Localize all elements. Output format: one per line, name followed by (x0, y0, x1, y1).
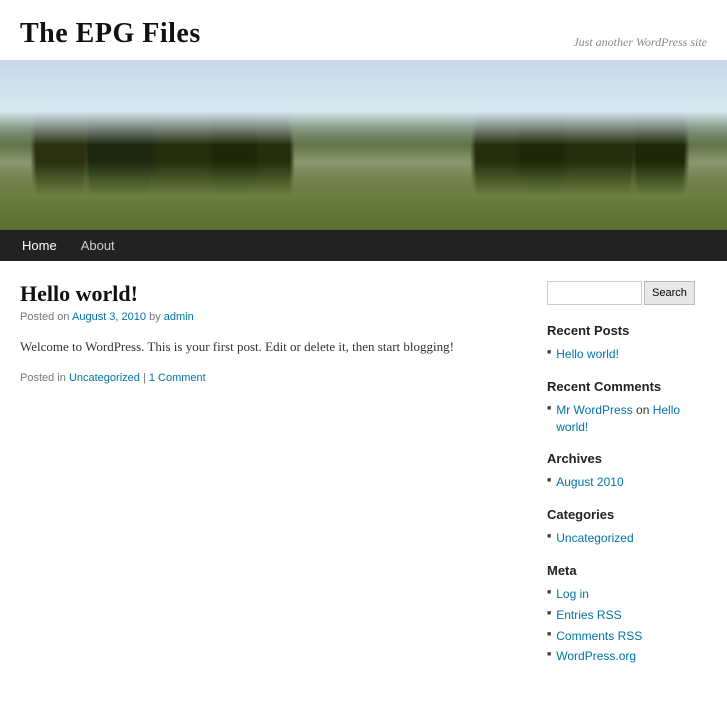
recent-posts-section: Recent Posts Hello world! (547, 323, 707, 365)
list-item: Entries RSS (547, 605, 707, 626)
post-comment-link[interactable]: 1 Comment (149, 372, 206, 384)
search-input[interactable] (547, 281, 642, 305)
sidebar: Search Recent Posts Hello world! Recent … (547, 281, 707, 681)
comment-author-link[interactable]: Mr WordPress (556, 403, 632, 417)
nav-item-about[interactable]: About (69, 230, 127, 261)
archive-link-1[interactable]: August 2010 (556, 474, 623, 491)
recent-post-link-1[interactable]: Hello world! (556, 346, 619, 363)
list-item: Hello world! (547, 344, 707, 365)
list-item: Comments RSS (547, 626, 707, 647)
meta-comments-rss-link[interactable]: Comments RSS (556, 628, 642, 645)
post-date-link[interactable]: August 3, 2010 (72, 311, 146, 323)
meta-heading: Meta (547, 563, 707, 578)
post-category-link[interactable]: Uncategorized (69, 372, 140, 384)
category-link-1[interactable]: Uncategorized (556, 530, 633, 547)
search-button[interactable]: Search (644, 281, 695, 305)
categories-heading: Categories (547, 507, 707, 522)
meta-login-link[interactable]: Log in (556, 586, 589, 603)
main-content: Hello world! Posted on August 3, 2010 by… (20, 281, 527, 681)
archives-heading: Archives (547, 451, 707, 466)
post-footer: Posted in Uncategorized | 1 Comment (20, 372, 527, 384)
post-content: Welcome to WordPress. This is your first… (20, 337, 527, 358)
recent-comments-section: Recent Comments Mr WordPress on Hello wo… (547, 379, 707, 438)
list-item: Uncategorized (547, 528, 707, 549)
categories-section: Categories Uncategorized (547, 507, 707, 549)
main-nav: Home About (0, 230, 727, 261)
list-item: Mr WordPress on Hello world! (547, 400, 707, 438)
post-author-link[interactable]: admin (164, 311, 194, 323)
recent-comments-heading: Recent Comments (547, 379, 707, 394)
site-title: The EPG Files (20, 18, 201, 50)
list-item: Log in (547, 584, 707, 605)
meta-entries-rss-link[interactable]: Entries RSS (556, 607, 621, 624)
hero-image (0, 60, 727, 230)
meta-wordpress-link[interactable]: WordPress.org (556, 648, 636, 665)
archives-section: Archives August 2010 (547, 451, 707, 493)
post-meta: Posted on August 3, 2010 by admin (20, 311, 527, 323)
list-item: August 2010 (547, 472, 707, 493)
recent-posts-heading: Recent Posts (547, 323, 707, 338)
site-tagline: Just another WordPress site (573, 35, 707, 50)
post-title: Hello world! (20, 281, 527, 307)
nav-item-home[interactable]: Home (10, 230, 69, 261)
meta-section: Meta Log in Entries RSS Comments RSS Wor… (547, 563, 707, 667)
post: Hello world! Posted on August 3, 2010 by… (20, 281, 527, 384)
list-item: WordPress.org (547, 646, 707, 667)
search-widget: Search (547, 281, 707, 305)
